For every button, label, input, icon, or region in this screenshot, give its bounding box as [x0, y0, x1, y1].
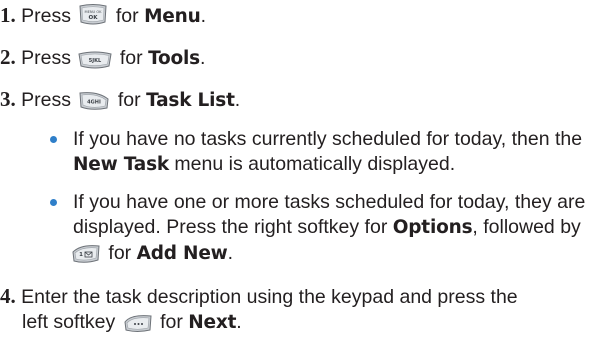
step-number: 1.: [0, 3, 16, 27]
step-text: for: [117, 89, 141, 111]
period: .: [200, 47, 206, 69]
period: .: [236, 311, 242, 333]
step-2: 2. Press 5JKL for Tools.: [0, 44, 205, 70]
step-3: 3. Press 4GHI for Task List.: [0, 86, 240, 112]
step-text: left softkey: [22, 311, 116, 333]
period: .: [200, 5, 206, 27]
bullet-text: displayed. Press the right softkey for: [73, 216, 393, 238]
next-label: Next: [188, 312, 237, 333]
bullet-1-line-2: New Task menu is automatically displayed…: [73, 151, 455, 177]
step-text: Enter the task description using the key…: [21, 286, 518, 308]
4-ghi-key-icon: 4GHI: [78, 91, 110, 111]
bullet-text: menu is automatically displayed.: [169, 153, 456, 175]
bullet-1-line-1: If you have no tasks currently scheduled…: [73, 128, 583, 150]
step-1: 1. Press MENU OK OK for Menu.: [0, 2, 206, 28]
task-list-label: Task List: [146, 90, 235, 111]
instructions-page: 1. Press MENU OK OK for Menu. 2. Press 5…: [0, 0, 599, 358]
left-softkey-icon: [123, 313, 153, 333]
bullet-marker: [50, 136, 57, 143]
tools-label: Tools: [148, 48, 200, 69]
bullet-marker: [50, 199, 57, 206]
1-message-key-icon: 1: [71, 244, 101, 264]
step-text: Press: [21, 89, 72, 111]
menu-key-label: MENU OK: [85, 10, 103, 14]
step-4-line-2: left softkey for Next.: [22, 309, 242, 335]
bullet-2-line-1: If you have one or more tasks scheduled …: [73, 191, 586, 213]
menu-ok-key-icon: MENU OK OK: [78, 3, 108, 27]
period: .: [234, 89, 241, 111]
bullet-2-line-2: displayed. Press the right softkey for O…: [73, 214, 581, 240]
new-task-label: New Task: [73, 154, 169, 175]
step-number: 4.: [0, 284, 16, 308]
key-text: 1: [79, 252, 83, 258]
step-text: for: [119, 47, 143, 69]
step-4-line-1: 4. Enter the task description using the …: [0, 283, 518, 309]
5-jkl-key-icon: 5JKL: [78, 51, 113, 69]
step-text: for: [115, 5, 139, 27]
add-new-label: Add New: [136, 243, 228, 264]
key-text: 5JKL: [89, 58, 102, 64]
step-text: Press: [21, 5, 72, 27]
period: .: [227, 242, 233, 264]
svg-text:OK: OK: [89, 15, 99, 21]
step-text: Press: [21, 47, 72, 69]
step-text: for: [160, 311, 183, 333]
menu-label: Menu: [144, 6, 201, 27]
key-text: 4GHI: [88, 100, 102, 106]
step-number: 3.: [0, 87, 16, 111]
step-number: 2.: [0, 45, 16, 69]
bullet-2-line-3: 1 for Add New.: [69, 240, 233, 266]
bullet-text: for: [108, 242, 132, 264]
bullet-text: , followed by: [472, 216, 581, 238]
options-label: Options: [392, 217, 473, 238]
